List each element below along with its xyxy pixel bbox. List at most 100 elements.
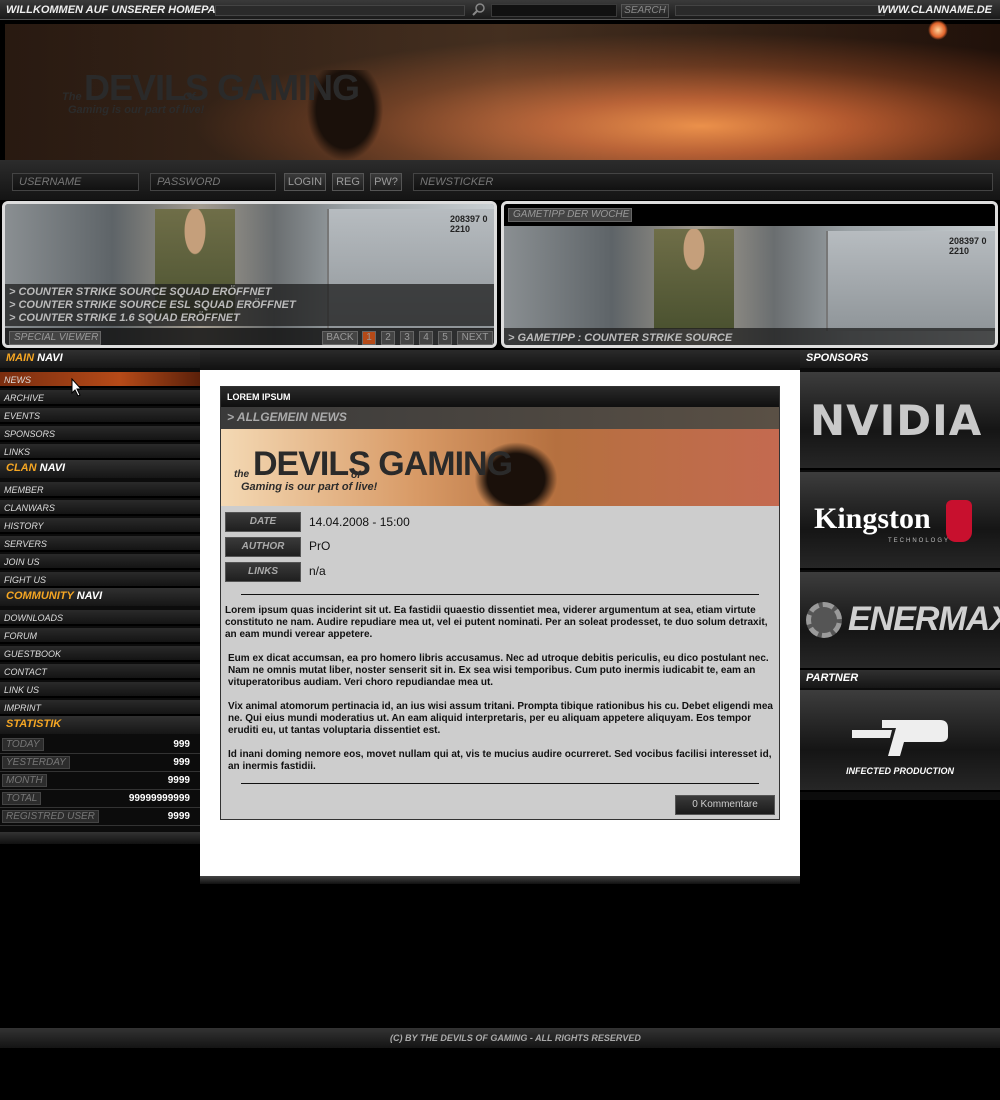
left-navigation: MAIN NAVI NEWS ARCHIVE EVENTS SPONSORS L… — [0, 350, 200, 840]
nvidia-logo: NVIDIA — [810, 396, 983, 445]
kingston-sub: TECHNOLOGY — [888, 538, 951, 544]
gametipp-viewer: 208397 0 2210 GAMETIPP DER WOCHE > GAMET… — [501, 201, 998, 348]
top-bar: WILLKOMMEN AUF UNSERER HOMEPAGE SEARCH W… — [0, 0, 1000, 20]
page-2-button[interactable]: 2 — [381, 331, 395, 345]
heading-suffix: NAVI — [39, 462, 66, 474]
stat-label: TOTAL — [2, 792, 42, 805]
banner-title: DEVILS GAMING — [253, 445, 513, 483]
register-button[interactable]: REG — [332, 173, 364, 191]
next-button[interactable]: NEXT — [457, 331, 493, 345]
logo-tagline: Gaming is our part of live! — [68, 104, 205, 116]
nav-sponsors[interactable]: SPONSORS — [0, 426, 200, 442]
sponsor-enermax[interactable]: ENERMAX — [800, 572, 1000, 670]
stat-row: REGISTRED USER 9999 — [0, 808, 200, 826]
nav-fight-us[interactable]: FIGHT US — [0, 572, 200, 588]
nav-imprint[interactable]: IMPRINT — [0, 700, 200, 716]
partner-logo-icon — [852, 718, 948, 756]
comments-button[interactable]: 0 Kommentare — [675, 795, 775, 815]
nav-member[interactable]: MEMBER — [0, 482, 200, 498]
nav-link-us[interactable]: LINK US — [0, 682, 200, 698]
kingston-logo: Kingston — [814, 502, 931, 535]
stat-label: REGISTRED USER — [2, 810, 99, 823]
article-paragraph: Vix animal atomorum pertinacia id, an iu… — [228, 701, 773, 736]
statistik-heading: STATISTIK — [0, 716, 200, 734]
special-viewer: 208397 0 2210 > COUNTER STRIKE SOURCE SQ… — [2, 201, 497, 348]
site-url[interactable]: WWW.CLANNAME.DE — [877, 4, 992, 16]
nav-archive[interactable]: ARCHIVE — [0, 390, 200, 406]
nav-links[interactable]: LINKS — [0, 444, 200, 460]
main-navi-heading: MAIN NAVI — [0, 350, 200, 368]
viewer-news-item[interactable]: > COUNTER STRIKE SOURCE SQUAD ERÖFFNET — [9, 286, 494, 299]
nav-news[interactable]: NEWS — [0, 372, 200, 388]
stat-value: 9999 — [167, 775, 190, 786]
nav-guestbook[interactable]: GUESTBOOK — [0, 646, 200, 662]
enermax-logo: ENERMAX — [848, 600, 1000, 638]
viewer-news-item[interactable]: > COUNTER STRIKE SOURCE ESL SQUAD ERÖFFN… — [9, 299, 494, 312]
stat-value: 9999 — [167, 811, 190, 822]
nav-history[interactable]: HISTORY — [0, 518, 200, 534]
password-field[interactable]: PASSWORD — [150, 173, 276, 191]
stat-value: 999 — [173, 739, 190, 750]
article-paragraph: Id inani doming nemore eos, movet nullam… — [228, 749, 772, 772]
banner-the: the — [234, 469, 249, 480]
main-content-footer — [200, 876, 800, 884]
viewer-news-item[interactable]: > COUNTER STRIKE 1.6 SQUAD ERÖFFNET — [9, 312, 494, 325]
banner-tagline: Gaming is our part of live! — [241, 481, 378, 493]
heading-accent: MAIN — [6, 352, 35, 364]
top-bar-decoration — [215, 5, 465, 16]
gametipp-header: GAMETIPP DER WOCHE — [504, 204, 995, 226]
nav-forum[interactable]: FORUM — [0, 628, 200, 644]
nav-contact[interactable]: CONTACT — [0, 664, 200, 680]
sponsor-kingston[interactable]: Kingston TECHNOLOGY — [800, 472, 1000, 570]
page-3-button[interactable]: 3 — [400, 331, 414, 345]
community-navi-heading: COMMUNITY NAVI — [0, 588, 200, 606]
heading-accent: STATISTIK — [6, 718, 62, 730]
stat-value: 99999999999 — [128, 793, 190, 804]
nav-events[interactable]: EVENTS — [0, 408, 200, 424]
logo-of: Of — [183, 91, 196, 103]
stat-row: TOTAL 99999999999 — [0, 790, 200, 808]
nav-clanwars[interactable]: CLANWARS — [0, 500, 200, 516]
sponsor-nvidia[interactable]: NVIDIA — [800, 372, 1000, 470]
login-button[interactable]: LOGIN — [284, 173, 326, 191]
page-1-button[interactable]: 1 — [362, 331, 376, 345]
partner-name: INFECTED PRODUCTION — [846, 766, 954, 776]
container-label: 208397 0 2210 — [450, 214, 488, 234]
page-5-button[interactable]: 5 — [438, 331, 452, 345]
gametipp-soldier — [654, 229, 734, 329]
search-input[interactable] — [491, 4, 617, 17]
date-label: DATE — [225, 512, 301, 532]
author-value[interactable]: PrO — [309, 539, 330, 553]
search-icon — [472, 2, 486, 16]
nav-join-us[interactable]: JOIN US — [0, 554, 200, 570]
header-spark — [928, 20, 948, 40]
stat-row: YESTERDAY 999 — [0, 754, 200, 772]
nav-servers[interactable]: SERVERS — [0, 536, 200, 552]
search-button[interactable]: SEARCH — [621, 4, 669, 18]
enermax-gear-icon — [806, 602, 842, 638]
gametipp-title: GAMETIPP DER WOCHE — [508, 208, 632, 222]
forgot-password-button[interactable]: PW? — [370, 173, 402, 191]
clan-navi-heading: CLAN NAVI — [0, 460, 200, 478]
page-4-button[interactable]: 4 — [419, 331, 433, 345]
back-button[interactable]: BACK — [322, 331, 358, 345]
stat-row: TODAY 999 — [0, 736, 200, 754]
viewer-news-list: > COUNTER STRIKE SOURCE SQUAD ERÖFFNET >… — [5, 284, 494, 326]
article-subtitle: > ALLGEMEIN NEWS — [221, 407, 779, 429]
container-label: 208397 0 2210 — [949, 236, 987, 256]
stat-row: MONTH 9999 — [0, 772, 200, 790]
heading-accent: CLAN — [6, 462, 37, 474]
date-value: 14.04.2008 - 15:00 — [309, 515, 410, 529]
header-banner: The DEVILS GAMING Of Gaming is our part … — [0, 20, 1000, 160]
divider — [241, 594, 759, 595]
viewer-controls: SPECIAL VIEWER BACK 1 2 3 4 5 NEXT — [5, 328, 494, 345]
main-content-header — [200, 350, 800, 370]
nav-downloads[interactable]: DOWNLOADS — [0, 610, 200, 626]
heading-accent: COMMUNITY — [6, 590, 74, 602]
logo-title: DEVILS GAMING — [84, 67, 360, 108]
gametipp-caption[interactable]: > GAMETIPP : COUNTER STRIKE SOURCE — [504, 328, 995, 345]
sponsors-heading: SPONSORS — [800, 350, 1000, 368]
right-column: SPONSORS NVIDIA Kingston TECHNOLOGY ENER… — [800, 350, 1000, 800]
username-field[interactable]: USERNAME — [12, 173, 139, 191]
partner-infected-production[interactable]: INFECTED PRODUCTION — [800, 690, 1000, 792]
